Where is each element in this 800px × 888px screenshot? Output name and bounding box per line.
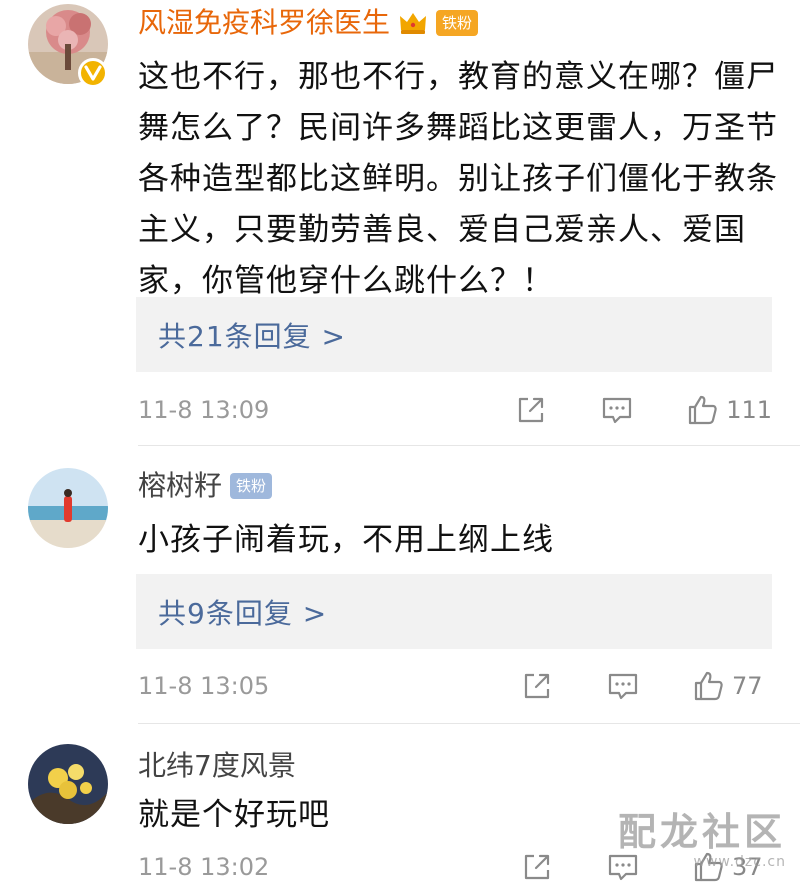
name-row: 榕树籽 铁粉: [138, 466, 273, 506]
username[interactable]: 榕树籽: [138, 466, 222, 506]
name-row: 风湿免疫科罗徐医生 铁粉: [138, 3, 479, 43]
comment-actions: 111: [514, 393, 772, 427]
watermark: 配龙社区 www.dzc.cn: [617, 809, 786, 871]
like-count: 77: [732, 672, 763, 700]
avatar[interactable]: [28, 744, 108, 824]
name-row: 北纬7度风景: [138, 746, 296, 786]
share-icon[interactable]: [514, 393, 548, 427]
comment-text: 这也不行，那也不行，教育的意义在哪？僵尸舞怎么了？民间许多舞蹈比这更雷人，万圣节…: [138, 59, 778, 299]
username[interactable]: 风湿免疫科罗徐医生: [138, 3, 390, 43]
share-icon[interactable]: [520, 850, 554, 884]
comment-item: 榕树籽 铁粉 小孩子闹着玩，不用上纲上线 共9条回复 > 11-8 13:05: [0, 446, 800, 722]
username[interactable]: 北纬7度风景: [138, 746, 296, 786]
comment-text: 小孩子闹着玩，不用上纲上线: [138, 522, 554, 558]
like-count: 111: [726, 396, 772, 424]
verified-v-icon: [78, 58, 108, 88]
avatar-image: [28, 744, 108, 824]
comment-actions: 77: [520, 669, 772, 703]
watermark-text: 配龙社区: [617, 809, 786, 854]
share-icon[interactable]: [520, 669, 554, 703]
avatar-image: [28, 468, 108, 548]
comment-icon[interactable]: [606, 669, 640, 703]
view-replies-button[interactable]: 共21条回复 >: [136, 297, 772, 372]
thumbs-up-icon: [694, 671, 723, 701]
avatar[interactable]: [28, 468, 108, 548]
comment-feed: 风湿免疫科罗徐医生 铁粉 这也不行，那也不行，教育的意义在哪？僵尸舞怎么了？民间…: [0, 0, 800, 888]
timestamp: 11-8 13:02: [138, 853, 270, 881]
fan-badge: 铁粉: [436, 10, 479, 36]
comment-footer: 11-8 13:05 77: [138, 666, 772, 706]
crown-icon: [400, 13, 427, 34]
watermark-url: www.dzc.cn: [693, 854, 786, 870]
fan-badge: 铁粉: [230, 473, 273, 499]
view-replies-button[interactable]: 共9条回复 >: [136, 574, 772, 649]
timestamp: 11-8 13:05: [138, 672, 270, 700]
comment-item: 风湿免疫科罗徐医生 铁粉 这也不行，那也不行，教育的意义在哪？僵尸舞怎么了？民间…: [0, 0, 800, 444]
comment-icon[interactable]: [600, 393, 634, 427]
thumbs-up-icon: [689, 395, 717, 425]
like-button[interactable]: 77: [692, 669, 772, 703]
like-button[interactable]: 111: [686, 393, 772, 427]
comment-footer: 11-8 13:09 111: [138, 390, 772, 430]
timestamp: 11-8 13:09: [138, 396, 270, 424]
